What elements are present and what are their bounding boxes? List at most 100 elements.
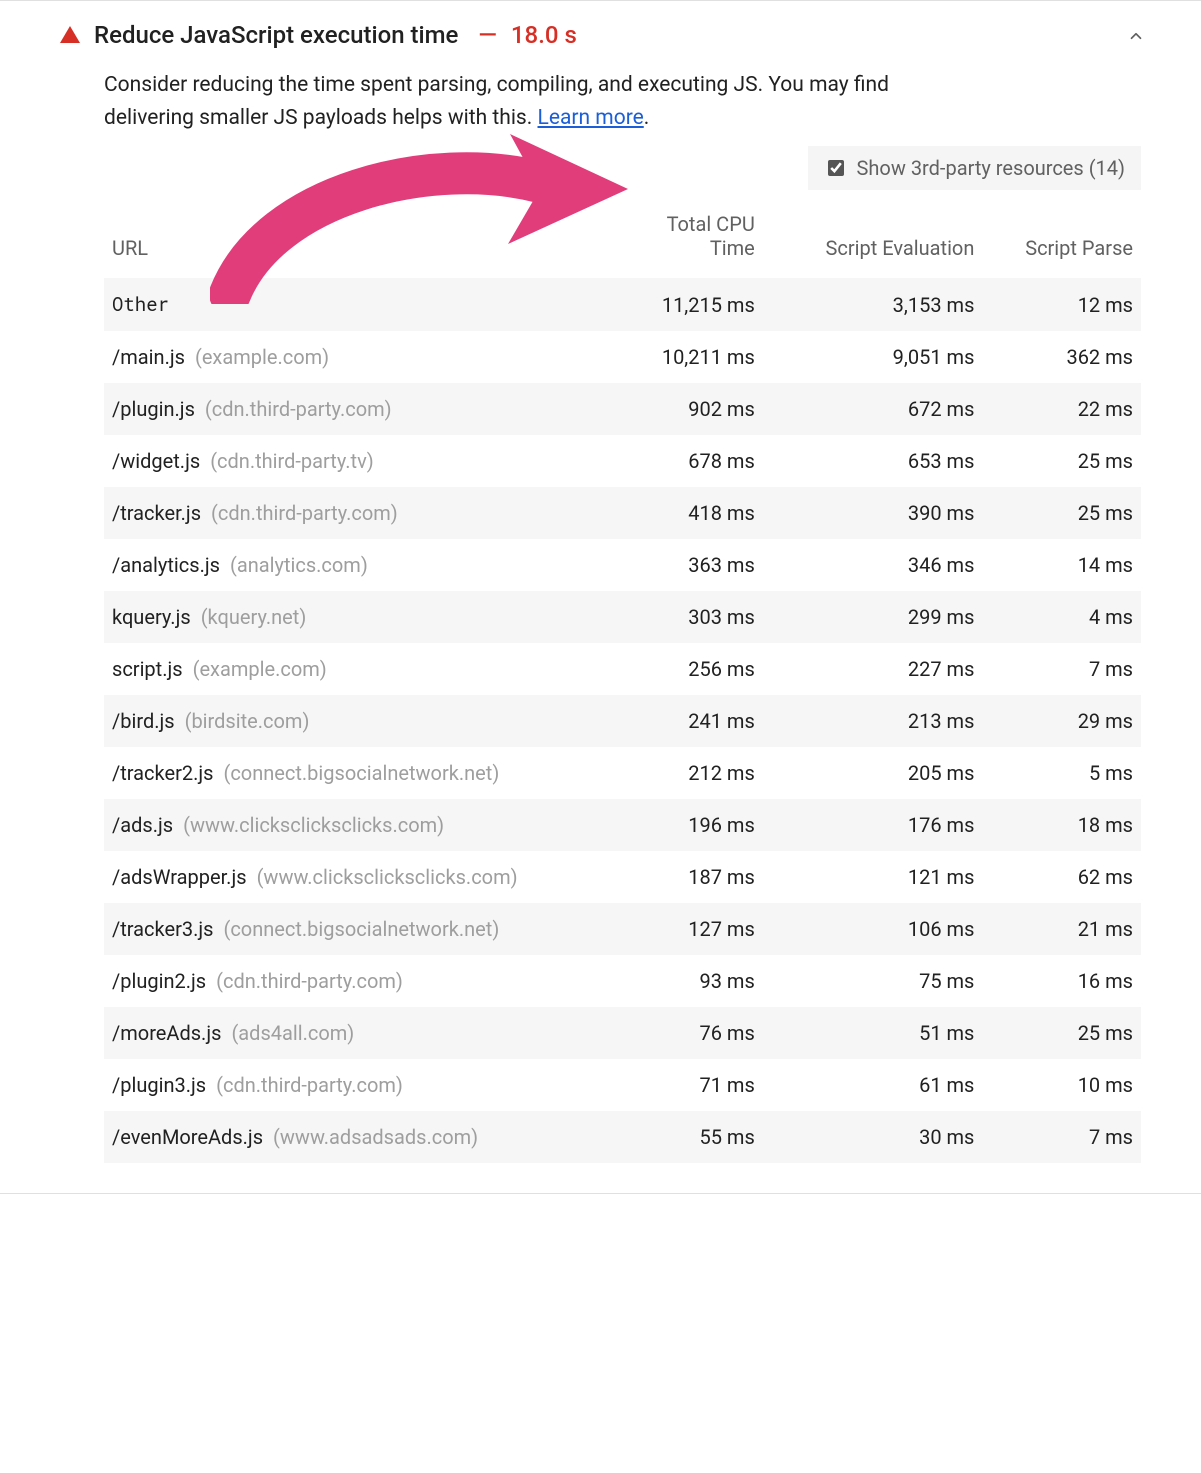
cell-parse: 29 ms [982,695,1141,747]
cell-parse: 14 ms [982,539,1141,591]
audit-value: 18.0 s [511,21,577,49]
cell-url[interactable]: script.js (example.com) [104,643,592,695]
desc-suffix: . [644,106,650,130]
cell-url[interactable]: /analytics.js(analytics.com) [104,539,592,591]
cell-cpu: 76 ms [592,1007,763,1059]
cell-eval: 205 ms [763,747,983,799]
cell-parse: 22 ms [982,383,1141,435]
cell-url[interactable]: /main.js (example.com) [104,331,592,383]
audit-header[interactable]: Reduce JavaScript execution time — 18.0 … [0,1,1201,59]
url-host: (analytics.com) [230,553,368,577]
cell-parse: 25 ms [982,1007,1141,1059]
cell-eval: 672 ms [763,383,983,435]
url-path: /moreAds.js [112,1021,221,1045]
col-eval[interactable]: Script Evaluation [763,196,983,278]
cell-cpu: 902 ms [592,383,763,435]
table-row: /widget.js (cdn.third-party.tv) 678 ms653 … [104,435,1141,487]
chevron-up-icon[interactable] [1127,27,1141,41]
url-path: Other [112,292,169,317]
cell-eval: 106 ms [763,903,983,955]
cell-url[interactable]: /evenMoreAds.js(www.adsadsads.com) [104,1111,592,1163]
cell-eval: 299 ms [763,591,983,643]
audit-title: Reduce JavaScript execution time [94,21,458,49]
learn-more-link[interactable]: Learn more [538,106,644,130]
cell-url[interactable]: kquery.js (kquery.net) [104,591,592,643]
third-party-checkbox[interactable] [828,160,844,176]
url-path: /tracker3.js [112,917,213,941]
table-row: kquery.js(kquery.net)303 ms299 ms4 ms [104,591,1141,643]
url-host: (example.com) [193,657,327,681]
url-host: (birdsite.com) [185,709,310,733]
table-row: /plugin.js(cdn.third-party.com)902 ms672… [104,383,1141,435]
url-path: /bird.js [112,709,175,733]
cell-url[interactable]: /plugin.js(cdn.third-party.com) [104,383,592,435]
cell-cpu: 187 ms [592,851,763,903]
cell-eval: 176 ms [763,799,983,851]
url-path: script.js [112,657,183,681]
table-row: /evenMoreAds.js(www.adsadsads.com)55 ms3… [104,1111,1141,1163]
cell-cpu: 363 ms [592,539,763,591]
table-body: Other11,215 ms3,153 ms12 ms/main.js(exam… [104,278,1141,1163]
url-path: /widget.js [112,449,200,473]
col-parse[interactable]: Script Parse [982,196,1141,278]
url-path: kquery.js [112,605,191,629]
url-host: (kquery.net) [201,605,307,629]
cell-eval: 121 ms [763,851,983,903]
url-path: /main.js [112,345,185,369]
cell-cpu: 71 ms [592,1059,763,1111]
table-row: /analytics.js(analytics.com)363 ms346 ms… [104,539,1141,591]
cell-eval: 61 ms [763,1059,983,1111]
cell-eval: 390 ms [763,487,983,539]
cell-cpu: 678 ms [592,435,763,487]
url-host: (example.com) [195,345,329,369]
cell-eval: 51 ms [763,1007,983,1059]
url-path: /evenMoreAds.js [112,1125,263,1149]
cell-parse: 7 ms [982,643,1141,695]
cell-parse: 25 ms [982,435,1141,487]
fail-triangle-icon [60,26,80,43]
url-host: (connect.bigsocialnetwork.net) [223,761,499,785]
url-path: /plugin2.js [112,969,206,993]
cell-url[interactable]: /adsWrapper.js(www.clicksclicksclicks.co… [104,851,592,903]
cell-parse: 62 ms [982,851,1141,903]
cell-url[interactable]: /plugin3.js(cdn.third-party.com) [104,1059,592,1111]
cell-url[interactable]: /plugin2.js(cdn.third-party.com) [104,955,592,1007]
third-party-toggle[interactable]: Show 3rd-party resources (14) [808,146,1141,190]
cell-cpu: 196 ms [592,799,763,851]
cell-eval: 653 ms [763,435,983,487]
cell-eval: 3,153 ms [763,278,983,331]
cell-parse: 5 ms [982,747,1141,799]
col-cpu[interactable]: Total CPU Time [592,196,763,278]
cell-url[interactable]: /tracker2.js(connect.bigsocialnetwork.ne… [104,747,592,799]
cell-url[interactable]: /tracker3.js(connect.bigsocialnetwork.ne… [104,903,592,955]
cell-cpu: 93 ms [592,955,763,1007]
third-party-toggle-row: Show 3rd-party resources (14) [104,146,1141,190]
cell-url[interactable]: /widget.js (cdn.third-party.tv) [104,435,592,487]
table-row: /ads.js (www.clicksclicksclicks.com) 196 m… [104,799,1141,851]
url-path: /tracker.js [112,501,201,525]
col-cpu-l2: Time [710,236,755,260]
cell-cpu: 212 ms [592,747,763,799]
cell-parse: 18 ms [982,799,1141,851]
cell-cpu: 10,211 ms [592,331,763,383]
js-exec-table: URL Total CPU Time Script Evaluation Scr… [104,196,1141,1163]
cell-url[interactable]: Other [104,278,592,331]
url-host: (ads4all.com) [231,1021,354,1045]
desc-text: Consider reducing the time spent parsing… [104,73,889,130]
table-row: /tracker2.js(connect.bigsocialnetwork.ne… [104,747,1141,799]
cell-cpu: 127 ms [592,903,763,955]
url-path: /plugin.js [112,397,195,421]
cell-url[interactable]: /moreAds.js (ads4all.com) [104,1007,592,1059]
cell-url[interactable]: /tracker.js (cdn.third-party.com) [104,487,592,539]
url-host: (cdn.third-party.tv) [210,449,374,473]
col-url[interactable]: URL [104,196,592,278]
url-host: (cdn.third-party.com) [211,501,398,525]
table-row: /tracker.js(cdn.third-party.com)418 ms39… [104,487,1141,539]
cell-url[interactable]: /bird.js (birdsite.com) [104,695,592,747]
table-row: /bird.js(birdsite.com)241 ms213 ms29 ms [104,695,1141,747]
cell-url[interactable]: /ads.js (www.clicksclicksclicks.com) [104,799,592,851]
audit-body: Consider reducing the time spent parsing… [0,59,1201,1163]
url-path: /ads.js [112,813,173,837]
url-path: /adsWrapper.js [112,865,247,889]
url-host: (www.clicksclicksclicks.com) [183,813,444,837]
